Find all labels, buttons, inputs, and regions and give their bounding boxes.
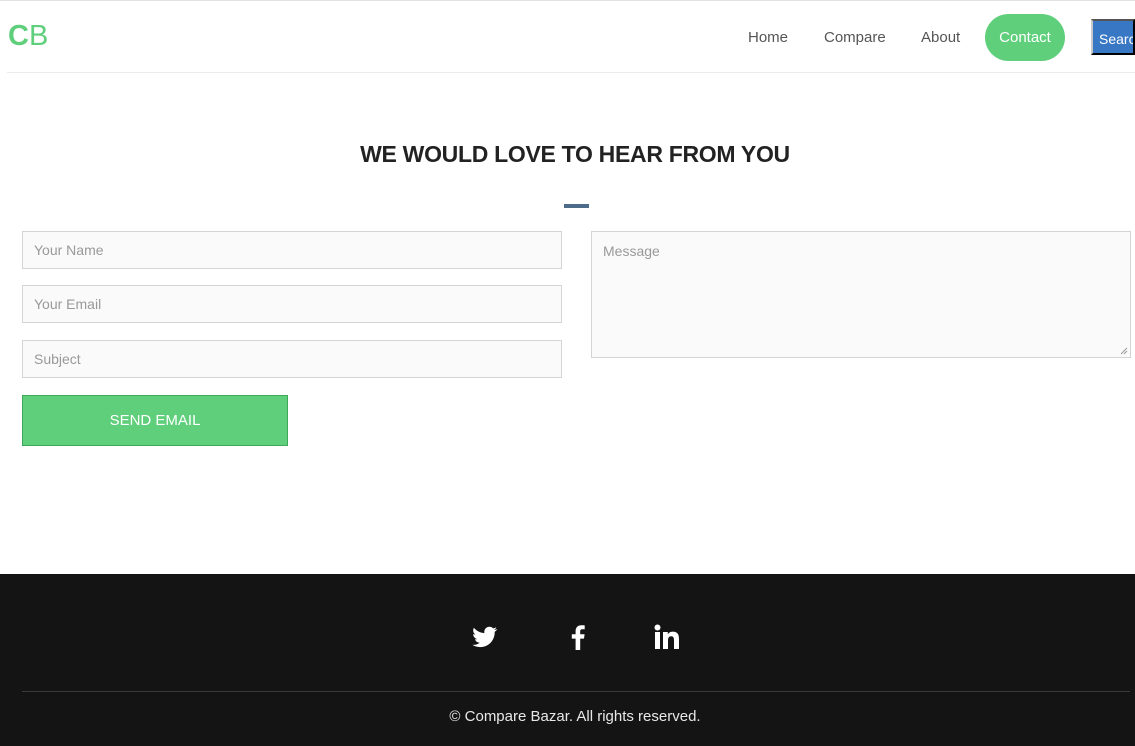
- contact-heading: WE WOULD LOVE TO HEAR FROM YOU: [360, 141, 790, 167]
- brand-letter-b: B: [28, 20, 49, 52]
- heading-underline: [564, 204, 589, 208]
- brand-logo[interactable]: CB: [8, 19, 48, 53]
- email-field[interactable]: Your Email: [22, 285, 562, 323]
- nav-contact-button[interactable]: Contact: [985, 14, 1065, 61]
- facebook-icon[interactable]: [560, 619, 596, 655]
- brand-letter-c: C: [8, 20, 29, 52]
- twitter-icon[interactable]: [466, 619, 502, 655]
- footer-divider: [22, 691, 1130, 692]
- nav-home[interactable]: Home: [748, 28, 788, 48]
- message-textarea[interactable]: Message: [591, 231, 1131, 358]
- nav-about[interactable]: About: [921, 28, 960, 48]
- resize-grip-icon[interactable]: [1120, 347, 1128, 355]
- site-footer: © Compare Bazar. All rights reserved.: [0, 574, 1135, 746]
- navbar-divider: [7, 72, 1135, 73]
- linkedin-icon[interactable]: [650, 619, 686, 655]
- send-email-button[interactable]: SEND EMAIL: [22, 395, 288, 446]
- nav-compare[interactable]: Compare: [824, 28, 886, 48]
- search-button[interactable]: Search: [1091, 19, 1135, 55]
- message-placeholder: Message: [603, 243, 660, 259]
- copyright-text: © Compare Bazar. All rights reserved.: [449, 708, 701, 725]
- top-navbar: CB Home Compare About Contact Search: [0, 0, 1135, 73]
- name-field[interactable]: Your Name: [22, 231, 562, 269]
- subject-field[interactable]: Subject: [22, 340, 562, 378]
